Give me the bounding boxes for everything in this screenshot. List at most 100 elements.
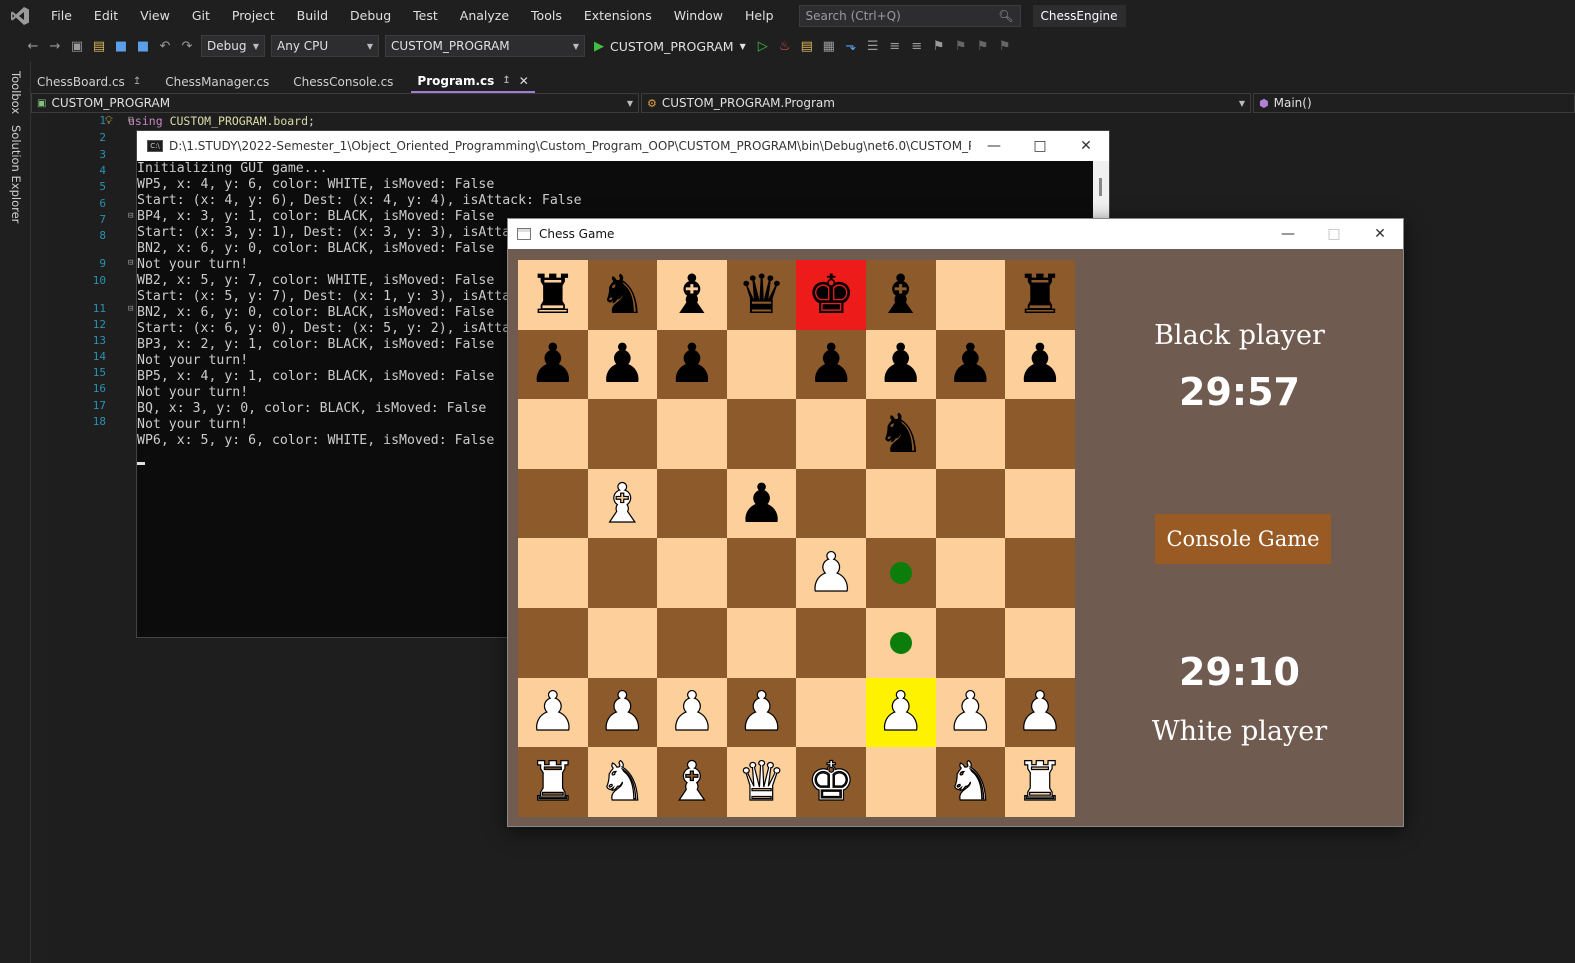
white-pawn-icon[interactable]: ♟: [946, 684, 996, 739]
board-square[interactable]: [726, 538, 797, 608]
board-square[interactable]: ♚: [796, 747, 866, 817]
board-square[interactable]: [935, 607, 1006, 678]
board-square[interactable]: ♟: [796, 538, 866, 608]
board-square[interactable]: [657, 607, 727, 678]
black-knight-icon[interactable]: ♞: [598, 267, 646, 322]
open-folder-icon[interactable]: ▤: [88, 35, 110, 57]
black-pawn-icon[interactable]: ♟: [1016, 337, 1064, 391]
board-square[interactable]: [935, 468, 1006, 539]
folder-icon[interactable]: ▤: [796, 35, 818, 57]
board-square[interactable]: [587, 607, 658, 678]
fold-icon[interactable]: ⊟: [128, 258, 133, 268]
back-icon[interactable]: ←: [22, 35, 44, 57]
board-square[interactable]: [657, 538, 727, 608]
board-square[interactable]: [865, 538, 936, 608]
board-square[interactable]: [657, 468, 727, 539]
chess-title-bar[interactable]: Chess Game — □ ✕: [508, 219, 1403, 249]
visual-studio-logo-icon[interactable]: [0, 0, 40, 31]
white-pawn-icon[interactable]: ♟: [598, 684, 648, 739]
legal-move-dot[interactable]: [889, 631, 912, 654]
black-pawn-icon[interactable]: ♟: [598, 337, 646, 391]
toolbox-tab[interactable]: Toolbox: [9, 71, 23, 114]
format-icon[interactable]: ☰: [862, 35, 884, 57]
black-pawn-icon[interactable]: ♟: [807, 337, 855, 391]
board-square[interactable]: ♚: [796, 260, 866, 330]
chess-board[interactable]: ♜ ♞ ♝ ♛ ♚ ♝ ♜ ♟ ♟ ♟ ♟ ♟ ♟ ♟ ♞ ♝ ♟ ♟ ♟ ♟ ♟ ♟ ♟ ♟ ♟ ♜ ♞ ♝ ♛ ♚ ♞ ♜: [518, 260, 1075, 817]
menu-item-view[interactable]: View: [129, 0, 181, 31]
hot-reload-icon[interactable]: ♨: [774, 35, 796, 57]
start-debugging-button[interactable]: ▶ CUSTOM_PROGRAM ▼: [588, 39, 752, 54]
white-pawn-icon[interactable]: ♟: [806, 545, 856, 600]
save-all-icon[interactable]: ■: [132, 35, 154, 57]
menu-item-analyze[interactable]: Analyze: [449, 0, 520, 31]
white-pawn-icon[interactable]: ♟: [528, 684, 578, 739]
menu-item-git[interactable]: Git: [181, 0, 221, 31]
pin-icon[interactable]: ↥: [502, 75, 510, 86]
board-square[interactable]: ♟: [657, 329, 727, 400]
board-square[interactable]: ♜: [518, 260, 588, 330]
maximize-button[interactable]: □: [1311, 219, 1357, 249]
board-square[interactable]: [1005, 607, 1075, 678]
save-icon[interactable]: ■: [110, 35, 132, 57]
black-rook-icon[interactable]: ♜: [529, 267, 577, 322]
white-pawn-icon[interactable]: ♟: [876, 684, 926, 739]
white-rook-icon[interactable]: ♜: [528, 754, 578, 809]
board-square[interactable]: [518, 538, 588, 608]
board-square[interactable]: [587, 399, 658, 469]
console-game-button[interactable]: Console Game: [1155, 514, 1331, 564]
black-king-icon[interactable]: ♚: [807, 267, 855, 322]
white-rook-icon[interactable]: ♜: [1015, 754, 1065, 809]
fold-icon[interactable]: ⊟: [128, 211, 133, 221]
board-square[interactable]: ♜: [1005, 747, 1075, 817]
board-square[interactable]: [657, 399, 727, 469]
board-square[interactable]: [1005, 468, 1075, 539]
board-square[interactable]: ♟: [796, 329, 866, 400]
indent-icon[interactable]: ≡: [884, 35, 906, 57]
configuration-select[interactable]: Debug ▼: [201, 35, 265, 57]
board-square[interactable]: ♜: [1005, 260, 1075, 330]
board-square[interactable]: ♟: [865, 329, 936, 400]
board-square[interactable]: ♝: [587, 468, 658, 539]
board-square[interactable]: ♜: [518, 747, 588, 817]
board-square[interactable]: ♞: [587, 260, 658, 330]
menu-item-extensions[interactable]: Extensions: [573, 0, 663, 31]
black-rook-icon[interactable]: ♜: [1016, 267, 1064, 322]
lightbulb-icon[interactable]: 💡︎: [105, 114, 113, 128]
board-square[interactable]: [935, 260, 1006, 330]
black-pawn-icon[interactable]: ♟: [946, 337, 994, 391]
scrollbar-thumb[interactable]: [1099, 178, 1102, 196]
search-input[interactable]: Search (Ctrl+Q) 🔍︎: [798, 4, 1021, 27]
black-pawn-icon[interactable]: ♟: [529, 337, 577, 391]
black-queen-icon[interactable]: ♛: [737, 267, 785, 322]
console-title-bar[interactable]: C:\ D:\1.STUDY\2022-Semester_1\Object_Or…: [137, 131, 1109, 161]
maximize-button[interactable]: □: [1017, 131, 1063, 161]
layout-icon[interactable]: ▦: [818, 35, 840, 57]
board-square[interactable]: ♞: [587, 747, 658, 817]
member-nav-select[interactable]: ⬢ Main(): [1253, 93, 1575, 113]
white-knight-icon[interactable]: ♞: [946, 754, 996, 809]
tab-program[interactable]: Program.cs ↥ ✕: [411, 70, 535, 93]
bookmark-icon[interactable]: ⚑: [928, 35, 950, 57]
board-square[interactable]: [726, 399, 797, 469]
tab-chessboard[interactable]: ChessBoard.cs ↥: [31, 70, 147, 93]
board-square[interactable]: ♟: [726, 468, 797, 539]
board-square[interactable]: [518, 607, 588, 678]
menu-item-build[interactable]: Build: [286, 0, 339, 31]
class-nav-select[interactable]: ⚙ CUSTOM_PROGRAM.Program ▼: [641, 93, 1251, 113]
board-square[interactable]: ♟: [518, 677, 588, 748]
board-square[interactable]: ♟: [865, 677, 936, 748]
menu-item-edit[interactable]: Edit: [83, 0, 129, 31]
board-square[interactable]: [935, 399, 1006, 469]
board-square[interactable]: [726, 329, 797, 400]
board-square[interactable]: [865, 747, 936, 817]
board-square[interactable]: [935, 538, 1006, 608]
white-pawn-icon[interactable]: ♟: [737, 684, 787, 739]
white-pawn-icon[interactable]: ♟: [1015, 684, 1065, 739]
menu-item-window[interactable]: Window: [663, 0, 734, 31]
board-square[interactable]: ♟: [518, 329, 588, 400]
board-square[interactable]: [865, 468, 936, 539]
menu-item-help[interactable]: Help: [734, 0, 785, 31]
black-pawn-icon[interactable]: ♟: [668, 337, 716, 391]
board-square[interactable]: [587, 538, 658, 608]
solution-explorer-tab[interactable]: Solution Explorer: [9, 125, 23, 223]
